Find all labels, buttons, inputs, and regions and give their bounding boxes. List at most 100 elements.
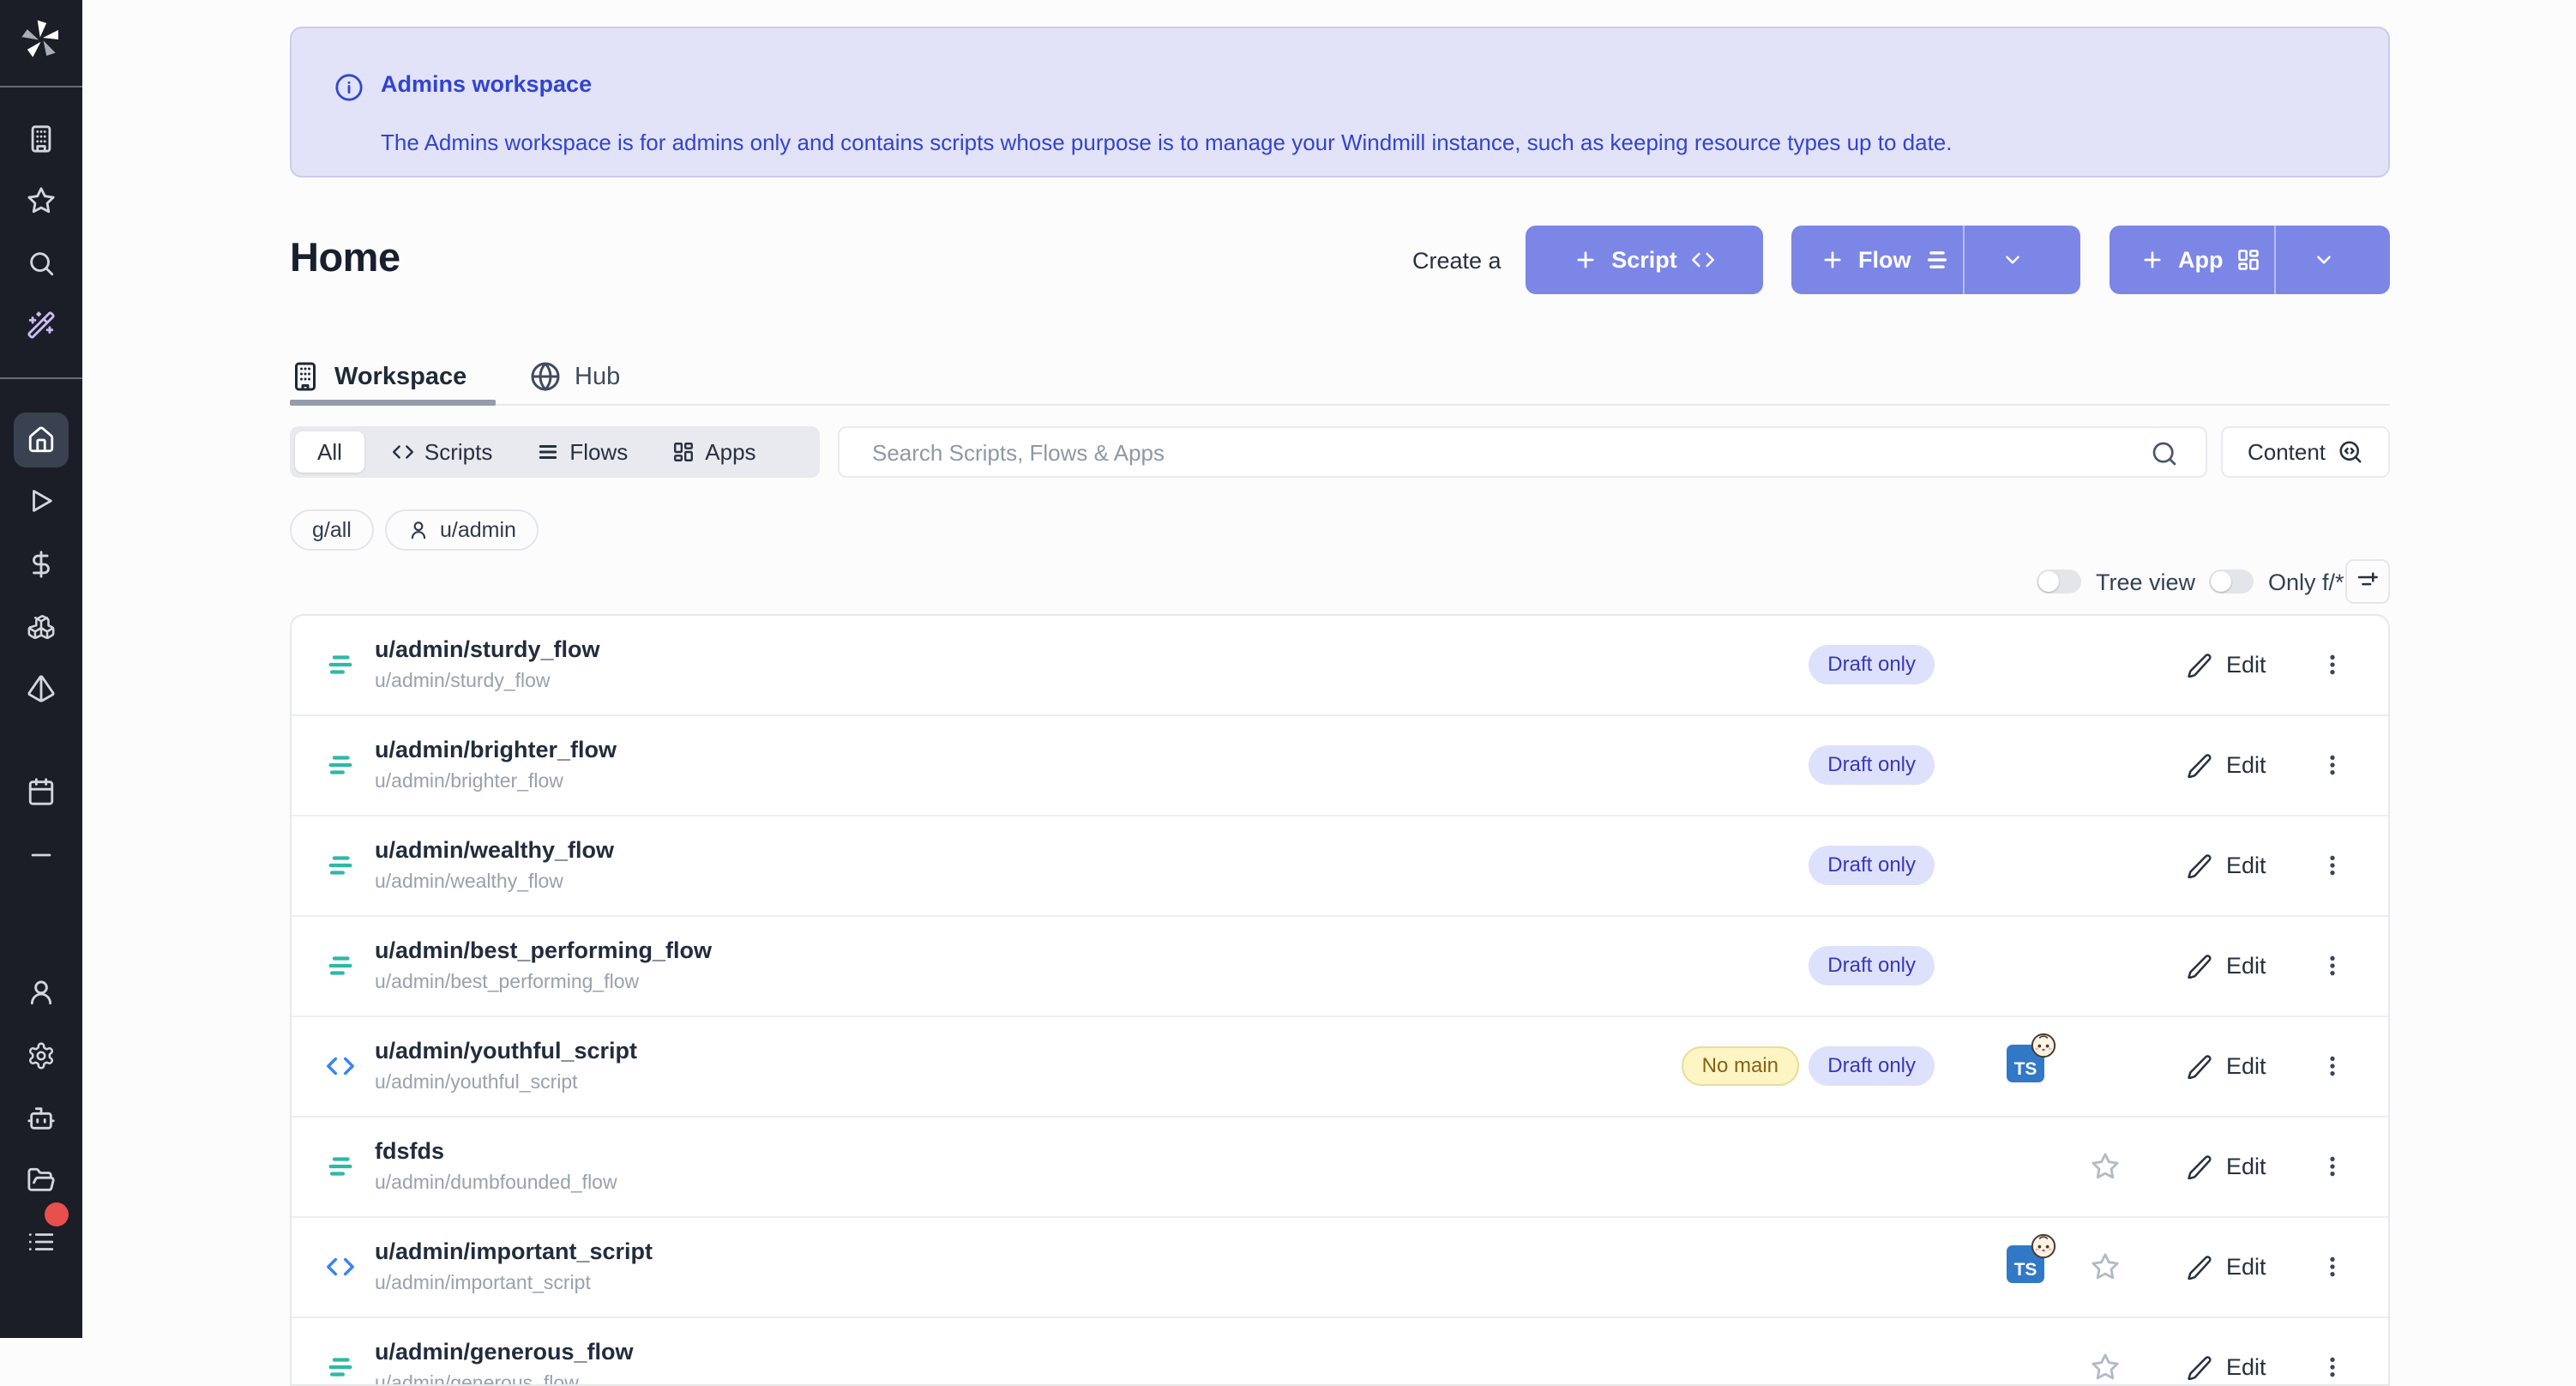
tab-hub[interactable]: Hub bbox=[530, 361, 620, 392]
edit-button[interactable]: Edit bbox=[2178, 1041, 2275, 1091]
table-row[interactable]: u/admin/youthful_script u/admin/youthful_… bbox=[292, 1017, 2388, 1118]
flow-rows-icon bbox=[1925, 248, 1949, 272]
code-icon bbox=[392, 441, 414, 463]
typescript-bun-icon: TS bbox=[2007, 1045, 2044, 1082]
tabs-divider bbox=[290, 404, 2390, 406]
toggle-knob bbox=[2038, 571, 2059, 592]
favorite-star-icon[interactable] bbox=[2091, 1353, 2120, 1382]
tab-workspace[interactable]: Workspace bbox=[290, 361, 466, 392]
item-path: u/admin/brighter_flow bbox=[375, 769, 563, 792]
sidebar bbox=[0, 0, 82, 1338]
sidebar-item-ai-wand-icon[interactable] bbox=[27, 310, 56, 340]
pencil-icon bbox=[2187, 652, 2212, 678]
row-menu-button[interactable] bbox=[2317, 1247, 2348, 1287]
row-menu-button[interactable] bbox=[2317, 946, 2348, 985]
search-icon[interactable] bbox=[2151, 440, 2178, 467]
sidebar-item-resources[interactable] bbox=[27, 612, 56, 641]
table-row[interactable]: u/admin/sturdy_flowu/admin/sturdy_flowDr… bbox=[292, 616, 2388, 716]
item-path: u/admin/dumbfounded_flow bbox=[375, 1171, 617, 1194]
sidebar-item-home[interactable] bbox=[14, 413, 69, 467]
search-input[interactable] bbox=[870, 428, 2117, 478]
sidebar-item-audit-logs[interactable] bbox=[27, 1227, 56, 1256]
create-script-button[interactable]: Script bbox=[1526, 226, 1763, 294]
admins-workspace-banner: Admins workspace The Admins workspace is… bbox=[290, 27, 2390, 178]
edit-button[interactable]: Edit bbox=[2178, 1342, 2275, 1386]
globe-icon bbox=[530, 361, 561, 392]
only-folders-label: Only f/* bbox=[2268, 569, 2344, 596]
banner-body: The Admins workspace is for admins only … bbox=[381, 130, 1952, 156]
chip-u-admin[interactable]: u/admin bbox=[385, 509, 539, 551]
sidebar-item-add[interactable] bbox=[27, 841, 56, 870]
app-dropdown-button[interactable] bbox=[2290, 226, 2358, 294]
row-menu-button[interactable] bbox=[2317, 745, 2348, 785]
chip-g-all[interactable]: g/all bbox=[290, 509, 374, 551]
flow-icon bbox=[326, 851, 355, 880]
sidebar-item-schedules[interactable] bbox=[27, 674, 56, 703]
table-row[interactable]: fdsfdsu/admin/dumbfounded_flowEdit bbox=[292, 1118, 2388, 1218]
home-icon bbox=[27, 425, 56, 455]
filter-options-button[interactable] bbox=[2345, 559, 2390, 604]
no-main-badge: No main bbox=[1682, 1046, 1799, 1086]
sidebar-item-favorites[interactable] bbox=[27, 186, 56, 215]
sidebar-item-folders[interactable] bbox=[27, 1166, 56, 1195]
content-search-button[interactable]: Content bbox=[2221, 426, 2390, 478]
sidebar-item-calendar[interactable] bbox=[27, 777, 56, 806]
edit-button[interactable]: Edit bbox=[2178, 640, 2275, 690]
row-menu-button[interactable] bbox=[2317, 1347, 2348, 1386]
table-row[interactable]: u/admin/important_scriptu/admin/importan… bbox=[292, 1218, 2388, 1318]
item-title: u/admin/youthful_script bbox=[375, 1038, 637, 1064]
sidebar-item-workspaces[interactable] bbox=[27, 124, 56, 154]
only-folders-toggle[interactable] bbox=[2209, 569, 2254, 594]
sidebar-item-settings[interactable] bbox=[27, 1041, 56, 1070]
bun-icon bbox=[2031, 1033, 2056, 1058]
flow-dropdown-button[interactable] bbox=[1978, 226, 2047, 294]
edit-button[interactable]: Edit bbox=[2178, 740, 2275, 790]
sidebar-item-variables[interactable] bbox=[27, 550, 56, 579]
create-app-button[interactable]: App bbox=[2110, 226, 2390, 294]
item-path: u/admin/youthful_script bbox=[375, 1070, 578, 1094]
edit-button[interactable]: Edit bbox=[2178, 1142, 2275, 1191]
edit-button[interactable]: Edit bbox=[2178, 841, 2275, 890]
row-menu-button[interactable] bbox=[2317, 1147, 2348, 1186]
sidebar-item-workers[interactable] bbox=[27, 1104, 56, 1133]
row-menu-button[interactable] bbox=[2317, 1046, 2348, 1086]
list-filter-plus-icon bbox=[2355, 569, 2380, 594]
row-menu-button[interactable] bbox=[2317, 846, 2348, 885]
tree-view-toggle[interactable] bbox=[2037, 569, 2081, 594]
segment-apps[interactable]: Apps bbox=[650, 426, 778, 478]
sidebar-item-user[interactable] bbox=[27, 978, 56, 1007]
button-divider bbox=[2274, 226, 2276, 294]
create-flow-button[interactable]: Flow bbox=[1791, 226, 2080, 294]
item-path: u/admin/wealthy_flow bbox=[375, 870, 563, 893]
windmill-logo-icon[interactable] bbox=[21, 19, 62, 60]
table-body: u/admin/sturdy_flowu/admin/sturdy_flowDr… bbox=[292, 616, 2388, 1386]
row-menu-button[interactable] bbox=[2317, 645, 2348, 684]
banner-title: Admins workspace bbox=[381, 71, 592, 98]
edit-label: Edit bbox=[2226, 853, 2266, 879]
sidebar-item-search[interactable] bbox=[27, 249, 56, 278]
flow-rows-icon bbox=[537, 441, 559, 463]
segment-all-label: All bbox=[317, 439, 342, 466]
segment-flows[interactable]: Flows bbox=[515, 426, 650, 478]
draft-only-badge: Draft only bbox=[1809, 946, 1935, 985]
table-row[interactable]: u/admin/generous_flowu/admin/generous_fl… bbox=[292, 1318, 2388, 1386]
favorite-star-icon[interactable] bbox=[2091, 1152, 2120, 1181]
favorite-star-icon[interactable] bbox=[2091, 1252, 2120, 1281]
draft-only-badge: Draft only bbox=[1809, 645, 1935, 684]
plus-icon bbox=[1821, 248, 1845, 272]
segment-scripts-label: Scripts bbox=[424, 439, 492, 466]
segment-all[interactable]: All bbox=[295, 431, 364, 473]
flow-icon bbox=[326, 650, 355, 679]
edit-button[interactable]: Edit bbox=[2178, 941, 2275, 991]
table-row[interactable]: u/admin/wealthy_flowu/admin/wealthy_flow… bbox=[292, 817, 2388, 917]
sidebar-item-runs[interactable] bbox=[27, 486, 56, 515]
create-script-label: Script bbox=[1611, 247, 1677, 274]
edit-button[interactable]: Edit bbox=[2178, 1242, 2275, 1292]
segment-scripts[interactable]: Scripts bbox=[370, 426, 515, 478]
edit-label: Edit bbox=[2226, 652, 2266, 678]
chip-u-admin-label: u/admin bbox=[440, 518, 516, 543]
table-row[interactable]: u/admin/brighter_flowu/admin/brighter_fl… bbox=[292, 716, 2388, 817]
script-icon bbox=[326, 1052, 355, 1081]
table-row[interactable]: u/admin/best_performing_flowu/admin/best… bbox=[292, 917, 2388, 1017]
edit-label: Edit bbox=[2226, 1053, 2266, 1080]
